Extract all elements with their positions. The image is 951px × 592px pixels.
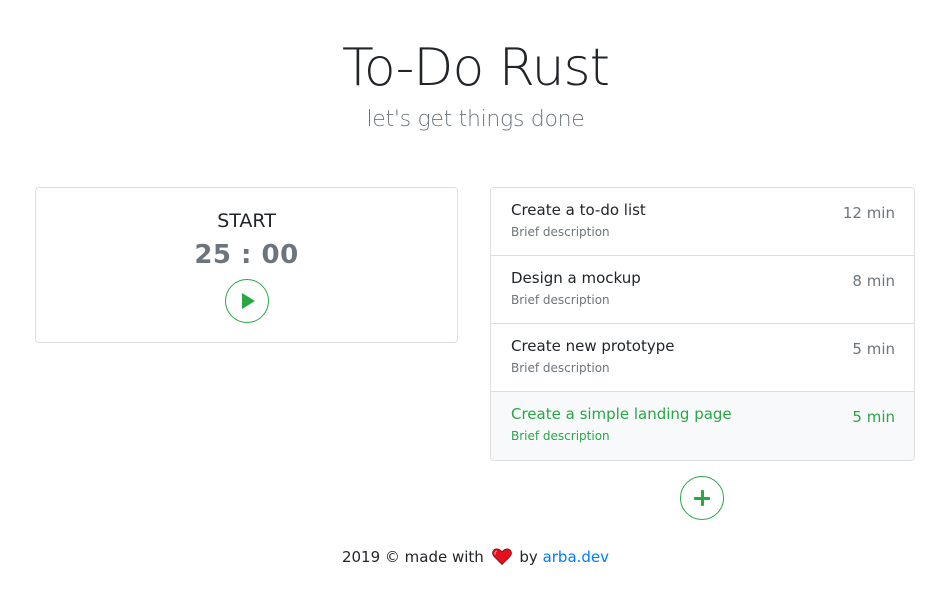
footer-text: 2019 © made with bbox=[341, 548, 484, 566]
task-description: Brief description bbox=[511, 225, 610, 239]
plus-icon bbox=[694, 490, 710, 506]
play-icon bbox=[242, 293, 255, 309]
task-title: Create a simple landing page bbox=[511, 405, 732, 423]
timer-card: START 25 : 00 bbox=[35, 187, 458, 343]
task-list: Create a to-do list Brief description 12… bbox=[490, 187, 915, 461]
task-time: 5 min bbox=[852, 340, 895, 358]
task-item[interactable]: Design a mockup Brief description 8 min bbox=[491, 256, 914, 324]
task-title: Create a to-do list bbox=[511, 201, 646, 219]
footer-link[interactable]: arba.dev bbox=[543, 548, 609, 566]
task-title: Design a mockup bbox=[511, 269, 641, 287]
task-description: Brief description bbox=[511, 361, 610, 375]
footer: 2019 © made with by arba.dev bbox=[0, 547, 951, 570]
task-time: 5 min bbox=[852, 408, 895, 426]
task-item[interactable]: Create new prototype Brief description 5… bbox=[491, 324, 914, 392]
task-title: Create new prototype bbox=[511, 337, 675, 355]
task-item-active[interactable]: Create a simple landing page Brief descr… bbox=[491, 392, 914, 460]
heart-icon bbox=[491, 548, 512, 570]
timer-label: START bbox=[217, 210, 276, 232]
play-button[interactable] bbox=[225, 279, 269, 323]
page-header: To-Do Rust let's get things done bbox=[0, 36, 951, 134]
timer-value: 25 : 00 bbox=[194, 240, 299, 270]
task-description: Brief description bbox=[511, 429, 610, 443]
task-item[interactable]: Create a to-do list Brief description 12… bbox=[491, 188, 914, 256]
footer-by: by bbox=[519, 548, 538, 566]
task-time: 12 min bbox=[842, 204, 895, 222]
page-title: To-Do Rust bbox=[341, 38, 610, 98]
task-description: Brief description bbox=[511, 293, 610, 307]
add-task-button[interactable] bbox=[680, 476, 724, 520]
page-subtitle: let's get things done bbox=[366, 107, 585, 132]
task-time: 8 min bbox=[852, 272, 895, 290]
